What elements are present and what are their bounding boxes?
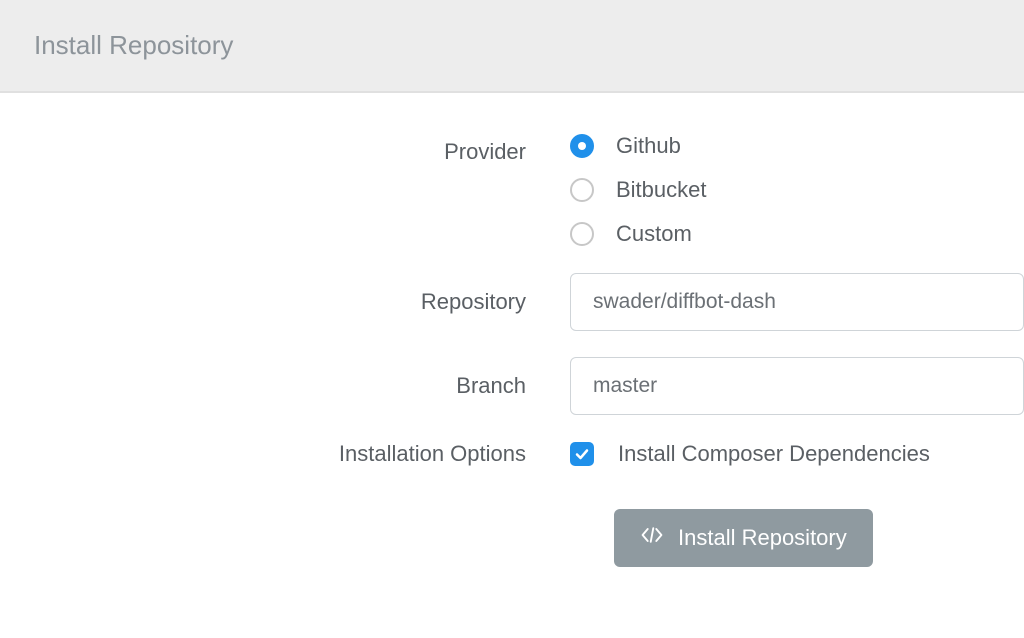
radio-label: Custom bbox=[616, 221, 692, 247]
radio-icon bbox=[570, 222, 594, 246]
radio-icon bbox=[570, 178, 594, 202]
checkbox-label: Install Composer Dependencies bbox=[618, 441, 930, 467]
panel-header: Install Repository bbox=[0, 0, 1024, 93]
branch-row: Branch bbox=[0, 357, 1024, 415]
provider-label: Provider bbox=[0, 133, 570, 165]
provider-options: Github Bitbucket Custom bbox=[570, 133, 1024, 247]
provider-option-bitbucket[interactable]: Bitbucket bbox=[570, 177, 1024, 203]
branch-label: Branch bbox=[0, 373, 570, 399]
install-options-col: Install Composer Dependencies bbox=[570, 441, 1024, 467]
install-options-row: Installation Options Install Composer De… bbox=[0, 441, 1024, 467]
install-repository-button[interactable]: Install Repository bbox=[614, 509, 873, 567]
repository-input[interactable] bbox=[570, 273, 1024, 331]
repository-label: Repository bbox=[0, 289, 570, 315]
radio-label: Bitbucket bbox=[616, 177, 707, 203]
composer-checkbox[interactable]: Install Composer Dependencies bbox=[570, 441, 1024, 467]
install-repository-form: Provider Github Bitbucket Custom Reposit… bbox=[0, 93, 1024, 567]
code-icon bbox=[640, 525, 664, 551]
install-options-label: Installation Options bbox=[0, 441, 570, 467]
radio-icon bbox=[570, 134, 594, 158]
provider-option-github[interactable]: Github bbox=[570, 133, 1024, 159]
radio-label: Github bbox=[616, 133, 681, 159]
branch-field-col bbox=[570, 357, 1024, 415]
repository-field-col bbox=[570, 273, 1024, 331]
checkbox-icon bbox=[570, 442, 594, 466]
submit-row: Install Repository bbox=[0, 509, 1024, 567]
button-label: Install Repository bbox=[678, 525, 847, 551]
page-title: Install Repository bbox=[34, 30, 990, 61]
branch-input[interactable] bbox=[570, 357, 1024, 415]
provider-row: Provider Github Bitbucket Custom bbox=[0, 133, 1024, 247]
provider-option-custom[interactable]: Custom bbox=[570, 221, 1024, 247]
repository-row: Repository bbox=[0, 273, 1024, 331]
